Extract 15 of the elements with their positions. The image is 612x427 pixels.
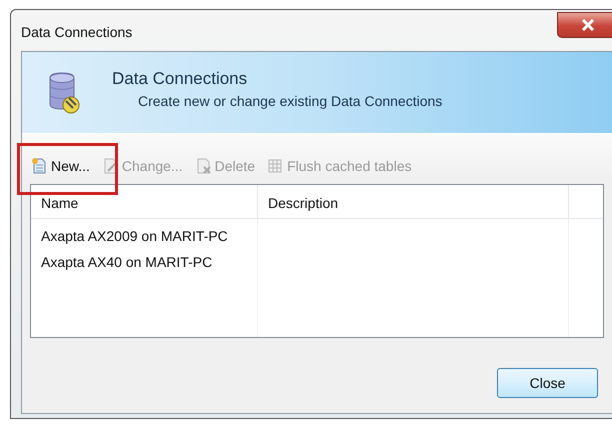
window-title: Data Connections [21, 24, 132, 40]
header-subtitle: Create new or change existing Data Connections [138, 93, 442, 109]
new-document-icon [31, 158, 47, 174]
edit-document-icon [102, 158, 118, 174]
column-header[interactable]: Name [31, 185, 258, 218]
header-title: Data Connections [112, 69, 248, 89]
toolbar-button[interactable]: New... [28, 156, 93, 176]
close-dialog-button[interactable]: Close [497, 368, 598, 398]
table-icon [267, 158, 284, 174]
column-header[interactable]: Description [258, 185, 569, 218]
delete-document-icon [194, 158, 211, 174]
close-button[interactable] [557, 12, 612, 38]
close-icon [581, 19, 595, 31]
connection-name[interactable]: Axapta AX40 on MARIT-PC [31, 249, 257, 275]
connection-name[interactable]: Axapta AX2009 on MARIT-PC [31, 223, 257, 249]
